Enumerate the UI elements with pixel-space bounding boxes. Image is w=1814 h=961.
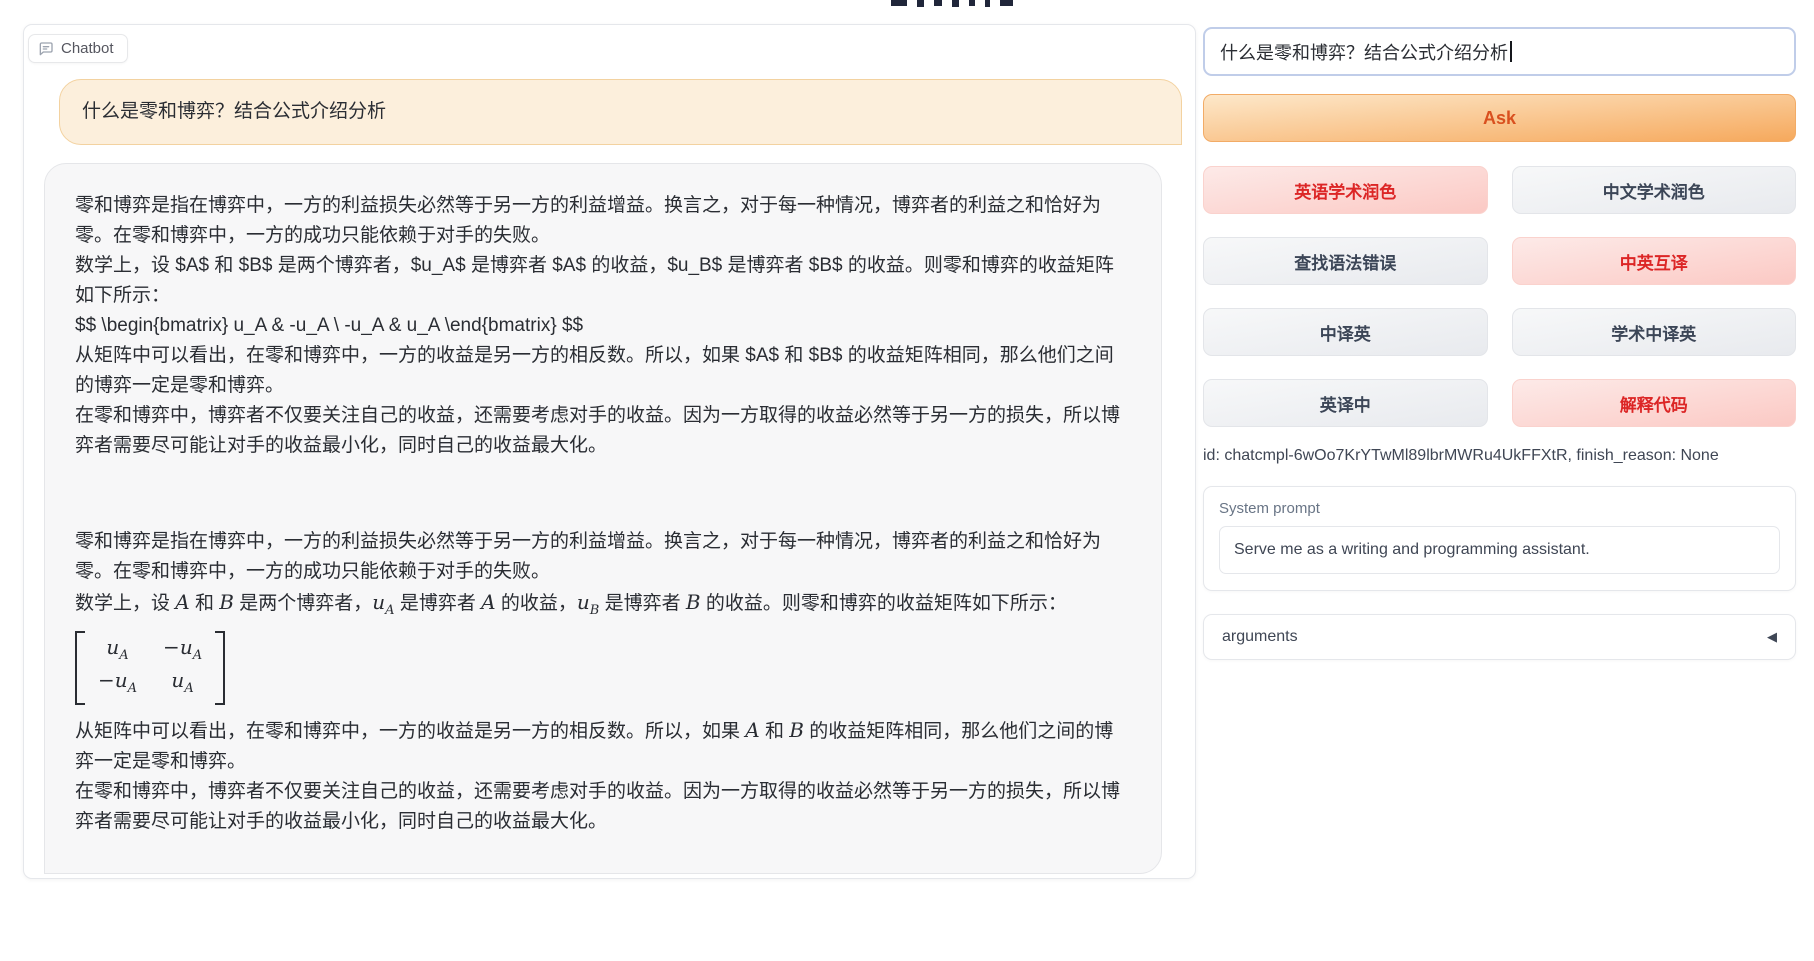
math-var: A [745, 718, 759, 742]
text-cursor [1510, 41, 1512, 62]
matrix-cell: −uA [163, 635, 202, 668]
bot-message-bubble: 零和博弈是指在博弈中，一方的利益损失必然等于另一方的利益增益。换言之，对于每一种… [44, 163, 1162, 874]
matrix-cell: uA [98, 635, 137, 668]
btn-en-to-zh[interactable]: 英译中 [1203, 379, 1488, 427]
btn-find-grammar-errors[interactable]: 查找语法错误 [1203, 237, 1488, 285]
bot-p2-line5: 在零和博弈中，博弈者不仅要关注自己的收益，还需要考虑对手的收益。因为一方取得的收… [75, 777, 1131, 837]
app-root: Chatbot 什么是零和博弈？结合公式介绍分析 零和博弈是指在博弈中，一方的利… [0, 0, 1814, 961]
math-var: A [481, 590, 495, 614]
bot-p1-latex: $$ \begin{bmatrix} u_A & -u_A \ -u_A & u… [75, 311, 1131, 341]
chatbot-label-text: Chatbot [61, 40, 114, 57]
btn-explain-code[interactable]: 解释代码 [1512, 379, 1797, 427]
btn-chinese-academic-polish[interactable]: 中文学术润色 [1512, 166, 1797, 214]
completion-status-line: id: chatcmpl-6wOo7KrYTwMl89lbrMWRu4UkFFX… [1203, 447, 1796, 465]
user-message-text: 什么是零和博弈？结合公式介绍分析 [82, 101, 386, 122]
user-message-bubble: 什么是零和博弈？结合公式介绍分析 [59, 79, 1182, 145]
btn-zh-to-en[interactable]: 中译英 [1203, 308, 1488, 356]
matrix-cell: uA [163, 668, 202, 701]
quick-action-grid: 英语学术润色 中文学术润色 查找语法错误 中英互译 中译英 学术中译英 英译中 … [1203, 166, 1796, 427]
math-var: B [686, 590, 701, 614]
question-input-value: 什么是零和博弈？结合公式介绍分析 [1220, 39, 1508, 65]
answer-separator [75, 461, 1131, 527]
system-prompt-group: System prompt Serve me as a writing and … [1203, 486, 1796, 591]
system-prompt-label: System prompt [1219, 500, 1780, 517]
arguments-accordion-label: arguments [1222, 628, 1298, 646]
arguments-accordion[interactable]: arguments ◀ [1203, 614, 1796, 660]
left-triangle-icon: ◀ [1767, 629, 1777, 645]
bot-p2-line1: 零和博弈是指在博弈中，一方的利益损失必然等于另一方的利益增益。换言之，对于每一种… [75, 527, 1131, 587]
controls-column: 什么是零和博弈？结合公式介绍分析 Ask 英语学术润色 中文学术润色 查找语法错… [1203, 27, 1796, 660]
matrix-cell: −uA [98, 668, 137, 701]
matrix-right-bracket [215, 631, 225, 705]
btn-english-academic-polish[interactable]: 英语学术润色 [1203, 166, 1488, 214]
btn-zh-en-mutual-translate[interactable]: 中英互译 [1512, 237, 1797, 285]
btn-academic-zh-to-en[interactable]: 学术中译英 [1512, 308, 1797, 356]
clipped-heading-glyphs [891, 0, 1013, 8]
math-var: A [175, 590, 189, 614]
math-var: uB [577, 590, 599, 614]
bot-p2-math-line: 数学上，设 A 和 B 是两个博弈者，uA 是博弈者 A 的收益，uB 是博弈者… [75, 587, 1131, 626]
math-var: uA [372, 590, 394, 614]
bot-p1-line2: 数学上，设 $A$ 和 $B$ 是两个博弈者，$u_A$ 是博弈者 $A$ 的收… [75, 251, 1131, 311]
message-list: 什么是零和博弈？结合公式介绍分析 零和博弈是指在博弈中，一方的利益损失必然等于另… [44, 79, 1182, 874]
chatbot-label: Chatbot [28, 34, 128, 63]
question-input[interactable]: 什么是零和博弈？结合公式介绍分析 [1203, 27, 1796, 76]
math-var: B [219, 590, 234, 614]
system-prompt-input[interactable]: Serve me as a writing and programming as… [1219, 526, 1780, 574]
chatbot-panel: Chatbot 什么是零和博弈？结合公式介绍分析 零和博弈是指在博弈中，一方的利… [23, 24, 1196, 879]
matrix-left-bracket [75, 631, 85, 705]
bot-p1-line1: 零和博弈是指在博弈中，一方的利益损失必然等于另一方的利益增益。换言之，对于每一种… [75, 191, 1131, 251]
bot-p1-line4: 从矩阵中可以看出，在零和博弈中，一方的收益是另一方的相反数。所以，如果 $A$ … [75, 341, 1131, 401]
bot-p1-line5: 在零和博弈中，博弈者不仅要关注自己的收益，还需要考虑对手的收益。因为一方取得的收… [75, 401, 1131, 461]
chat-bubble-icon [38, 41, 54, 57]
payoff-matrix: uA −uA −uA uA [75, 631, 225, 705]
bot-p2-after-line: 从矩阵中可以看出，在零和博弈中，一方的收益是另一方的相反数。所以，如果 A 和 … [75, 715, 1131, 777]
ask-button[interactable]: Ask [1203, 94, 1796, 142]
math-var: B [789, 718, 804, 742]
